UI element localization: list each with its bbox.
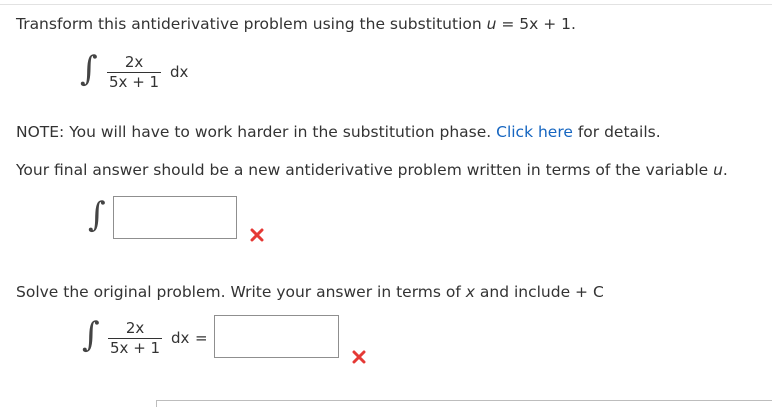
instruction-text: Your final answer should be a new antide…: [16, 161, 728, 179]
problem-statement: Transform this antiderivative problem us…: [16, 15, 576, 33]
transform-answer-input[interactable]: [113, 196, 237, 239]
fraction-denominator: 5x + 1: [110, 339, 161, 357]
differential: dx: [171, 329, 190, 347]
problem-page: Transform this antiderivative problem us…: [0, 0, 772, 407]
note-text: NOTE: You will have to work harder in th…: [16, 123, 661, 141]
integrand-fraction: 2x 5x + 1: [107, 53, 162, 91]
integral-sign: ∫: [82, 315, 100, 355]
solve-answer-input[interactable]: [214, 315, 339, 358]
next-section-border: [156, 400, 772, 407]
fraction-numerator: 2x: [124, 53, 144, 71]
integrand-fraction: 2x 5x + 1: [108, 319, 163, 357]
details-link[interactable]: Click here: [496, 123, 573, 141]
solve-instruction: Solve the original problem. Write your a…: [16, 283, 604, 301]
fraction-denominator: 5x + 1: [109, 73, 160, 91]
equals-sign: =: [195, 329, 208, 347]
fraction-numerator: 2x: [125, 319, 145, 337]
incorrect-x-icon: [250, 228, 264, 242]
top-divider: [0, 4, 772, 5]
integral-sign: ∫: [80, 49, 98, 89]
incorrect-x-icon: [352, 350, 366, 364]
differential: dx: [170, 63, 189, 81]
integral-sign: ∫: [88, 195, 106, 235]
